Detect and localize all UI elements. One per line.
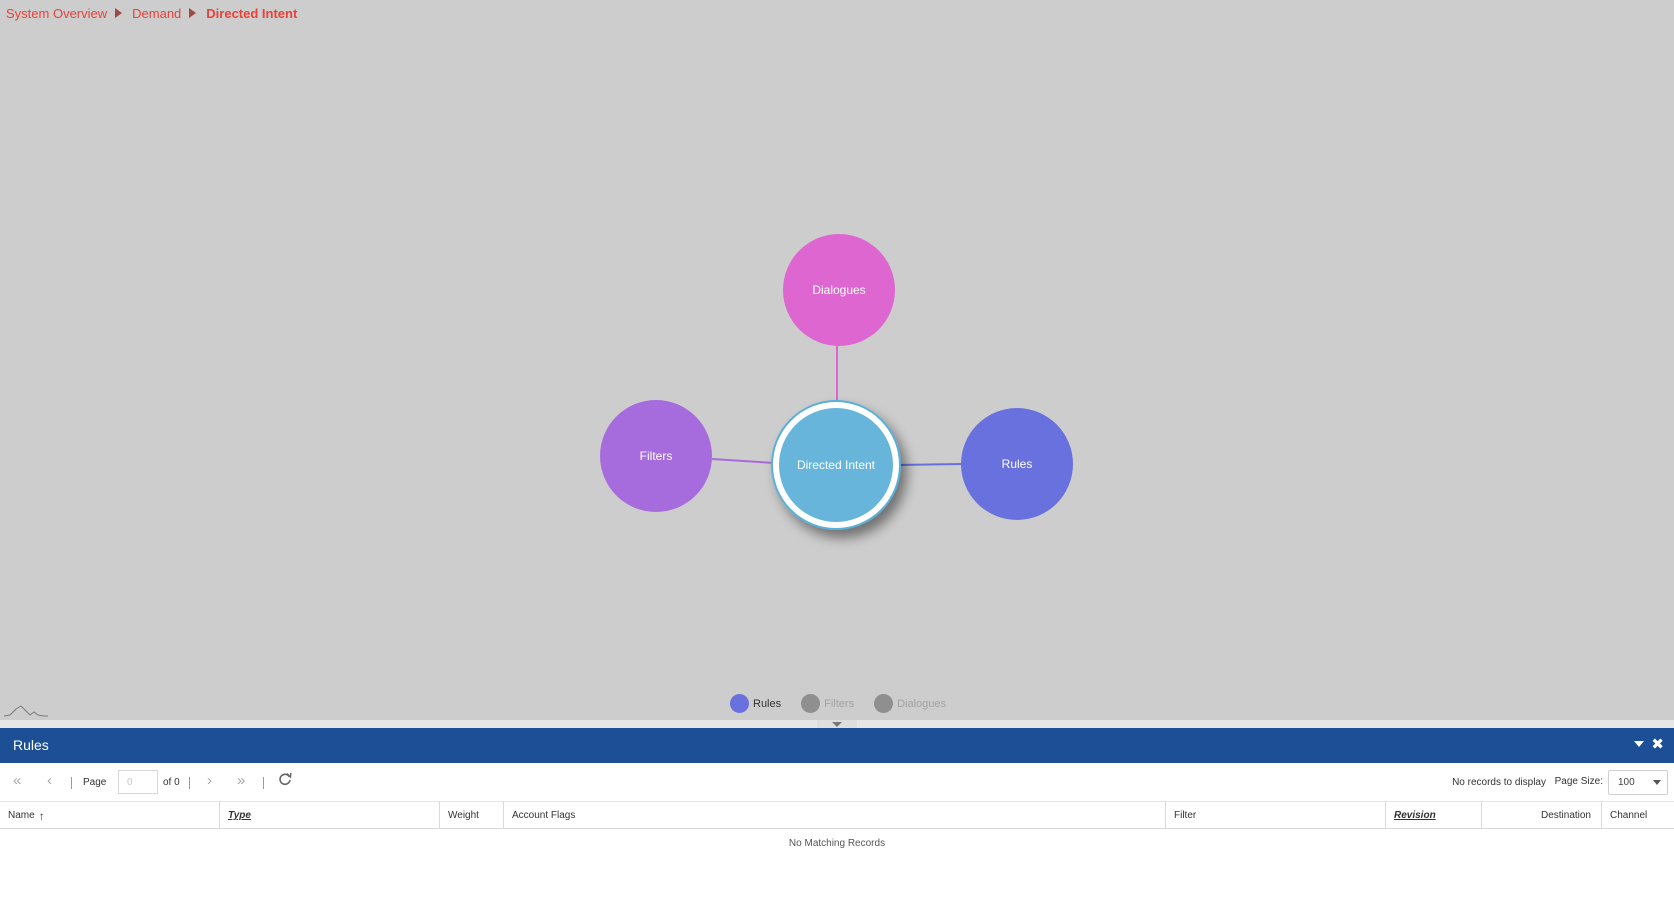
- edge-filters: [711, 458, 775, 464]
- graph-svg: Dialogues Filters Rules Directed Intent: [600, 234, 1073, 530]
- records-info: No records to display: [1452, 777, 1546, 788]
- node-filters[interactable]: Filters: [600, 400, 712, 512]
- close-panel-icon[interactable]: ✖: [1651, 736, 1664, 754]
- splitter-toggle[interactable]: [817, 720, 857, 728]
- previous-page-icon[interactable]: ‹: [47, 773, 52, 789]
- edge-rules: [896, 463, 963, 466]
- panel-header: Rules ✖: [0, 728, 1674, 763]
- panel-title: Rules: [13, 737, 49, 753]
- last-page-icon[interactable]: »: [237, 773, 245, 789]
- page-count: of 0: [163, 777, 180, 788]
- column-header-weight[interactable]: Weight: [439, 802, 503, 829]
- collapse-panel-icon[interactable]: [1634, 741, 1644, 747]
- legend-dot-icon: [874, 694, 894, 713]
- column-header-type[interactable]: Type: [219, 802, 439, 829]
- sparkline-icon: [4, 705, 48, 717]
- page-size-label: Page Size:: [1554, 776, 1603, 787]
- svg-text:Directed Intent: Directed Intent: [797, 458, 876, 472]
- empty-table-message: No Matching Records: [788, 838, 886, 849]
- panel-splitter[interactable]: [0, 720, 1674, 728]
- column-label: Destination: [1540, 810, 1591, 821]
- pager-toolbar: « ‹ Page of 0 › » No records to display …: [0, 763, 1674, 801]
- legend-item-rules[interactable]: Rules: [730, 694, 781, 713]
- svg-text:Filters: Filters: [640, 449, 673, 463]
- column-label: Filter: [1174, 810, 1197, 821]
- refresh-icon[interactable]: [278, 772, 292, 786]
- page-size-value: 100: [1618, 777, 1635, 788]
- column-header-name[interactable]: Name ↑: [0, 802, 219, 829]
- sort-ascending-icon: ↑: [38, 808, 45, 823]
- legend-item-dialogues[interactable]: Dialogues: [874, 694, 946, 713]
- column-label: Type: [228, 810, 251, 821]
- first-page-icon[interactable]: «: [13, 773, 21, 789]
- column-label: Name: [8, 810, 35, 821]
- node-rules[interactable]: Rules: [961, 408, 1073, 520]
- column-header-channel[interactable]: Channel: [1601, 802, 1674, 829]
- column-label: Channel: [1610, 810, 1648, 821]
- svg-text:Dialogues: Dialogues: [812, 283, 865, 297]
- column-label: Revision: [1394, 810, 1436, 821]
- toolbar-divider: [263, 777, 264, 789]
- node-directed-intent[interactable]: Directed Intent: [771, 400, 901, 530]
- table-header: Name ↑ Type Weight Account Flags Filter …: [0, 801, 1674, 829]
- toolbar-divider: [189, 777, 190, 789]
- node-dialogues[interactable]: Dialogues: [783, 234, 895, 346]
- graph-canvas: System Overview Demand Directed Intent D…: [0, 0, 1674, 720]
- column-label: Account Flags: [512, 810, 576, 821]
- column-label: Weight: [448, 810, 479, 821]
- chevron-down-icon: [1653, 780, 1661, 785]
- legend-label: Dialogues: [897, 697, 946, 710]
- legend-label: Filters: [824, 697, 855, 710]
- page-size-select[interactable]: 100: [1608, 770, 1668, 795]
- column-header-filter[interactable]: Filter: [1165, 802, 1385, 829]
- column-header-account-flags[interactable]: Account Flags: [503, 802, 1165, 829]
- legend-label: Rules: [753, 697, 782, 710]
- toolbar-divider: [71, 777, 72, 789]
- column-header-destination[interactable]: Destination: [1481, 802, 1601, 829]
- next-page-icon[interactable]: ›: [207, 773, 212, 789]
- column-header-revision[interactable]: Revision: [1385, 802, 1481, 829]
- legend-item-filters[interactable]: Filters: [801, 694, 854, 713]
- page-label: Page: [83, 777, 107, 788]
- legend-dot-icon: [730, 694, 749, 713]
- chevron-down-icon: [832, 721, 842, 727]
- graph-legend: Rules Filters Dialogues: [730, 694, 966, 713]
- page-number-input[interactable]: [118, 770, 158, 794]
- legend-dot-icon: [801, 694, 821, 713]
- svg-text:Rules: Rules: [1002, 457, 1033, 471]
